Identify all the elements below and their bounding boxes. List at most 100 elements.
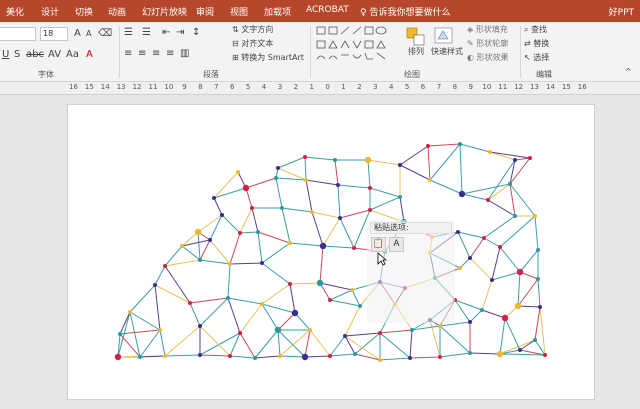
network-node	[398, 163, 402, 167]
network-edge	[517, 305, 541, 308]
network-edge	[429, 143, 461, 181]
network-node	[333, 158, 337, 162]
network-edge	[304, 156, 307, 181]
network-node	[336, 183, 340, 187]
network-edge	[504, 317, 521, 351]
network-edge	[181, 239, 211, 247]
network-edge	[164, 354, 201, 357]
network-edge	[489, 151, 531, 159]
network-edge	[499, 317, 506, 355]
network-edge	[261, 262, 291, 285]
network-edge	[189, 297, 229, 304]
network-node	[358, 304, 362, 308]
network-node	[353, 352, 357, 356]
network-edge	[519, 249, 539, 273]
network-edge	[251, 207, 259, 233]
network-edge	[322, 245, 355, 249]
network-node	[278, 354, 282, 358]
network-edge	[337, 184, 341, 219]
network-edge	[499, 215, 536, 248]
network-edge	[213, 197, 223, 216]
network-node	[253, 356, 257, 360]
paste-options-title: 粘贴选项:	[370, 222, 452, 234]
network-node	[468, 256, 472, 260]
network-edge	[227, 297, 263, 305]
network-node	[188, 301, 192, 305]
network-node	[304, 178, 308, 182]
network-edge	[239, 303, 263, 334]
network-node	[513, 158, 517, 162]
paste-text-only-button[interactable]: A	[389, 237, 404, 252]
network-edge	[164, 245, 183, 267]
network-node	[543, 353, 547, 357]
network-node	[114, 353, 122, 361]
network-edge	[254, 355, 281, 359]
network-node	[238, 331, 242, 335]
network-node	[468, 351, 472, 355]
network-edge	[379, 332, 411, 359]
network-edge	[289, 282, 321, 285]
network-edge	[159, 329, 166, 357]
network-node	[291, 309, 299, 317]
network-edge	[337, 184, 371, 189]
network-edge	[311, 211, 341, 219]
network-node	[212, 196, 216, 200]
network-node	[138, 355, 142, 359]
network-node	[274, 176, 278, 180]
network-edge	[439, 352, 471, 358]
network-edge	[279, 355, 306, 358]
network-edge	[344, 335, 356, 355]
network-edge	[281, 207, 291, 244]
network-edge	[409, 329, 413, 359]
network-edge	[379, 357, 411, 361]
network-node	[118, 332, 122, 336]
network-edge	[409, 356, 441, 359]
network-edge	[537, 278, 541, 308]
network-node	[438, 324, 442, 328]
network-node	[482, 236, 486, 240]
network-edge	[483, 215, 516, 239]
network-edge	[164, 265, 191, 304]
network-node	[238, 231, 242, 235]
network-edge	[119, 329, 161, 335]
network-edge	[289, 242, 324, 247]
network-edge	[329, 289, 353, 301]
network-edge	[489, 151, 516, 161]
network-node	[242, 184, 250, 192]
network-edge	[369, 187, 401, 198]
triangle-network-graphic[interactable]	[0, 0, 640, 409]
network-edge	[229, 232, 241, 265]
network-node	[328, 298, 332, 302]
network-edge	[459, 143, 463, 195]
network-edge	[469, 352, 501, 355]
network-node	[260, 302, 264, 306]
network-edge	[379, 329, 413, 334]
network-edge	[491, 271, 521, 281]
network-edge	[514, 157, 531, 161]
network-edge	[261, 242, 291, 264]
mouse-cursor-icon	[377, 252, 387, 266]
network-node	[480, 308, 484, 312]
network-node	[490, 278, 494, 282]
network-node	[352, 246, 356, 250]
network-edge	[309, 329, 331, 357]
network-node	[516, 268, 524, 276]
network-edge	[254, 329, 279, 359]
network-edge	[199, 297, 229, 327]
network-node	[501, 314, 509, 322]
network-node	[198, 258, 202, 262]
network-node	[310, 210, 314, 214]
paste-keep-source-button[interactable]: 📋	[371, 237, 386, 252]
network-edge	[399, 196, 405, 223]
network-edge	[454, 299, 483, 311]
network-node	[256, 230, 260, 234]
network-edge	[209, 239, 231, 265]
network-edge	[277, 312, 296, 331]
network-node	[228, 262, 232, 266]
network-edge	[344, 332, 381, 337]
network-edge	[399, 145, 429, 166]
paste-options-popup: 粘贴选项: 📋 A	[367, 220, 455, 323]
network-edge	[257, 231, 291, 244]
network-node	[536, 277, 540, 281]
network-edge	[459, 143, 491, 153]
